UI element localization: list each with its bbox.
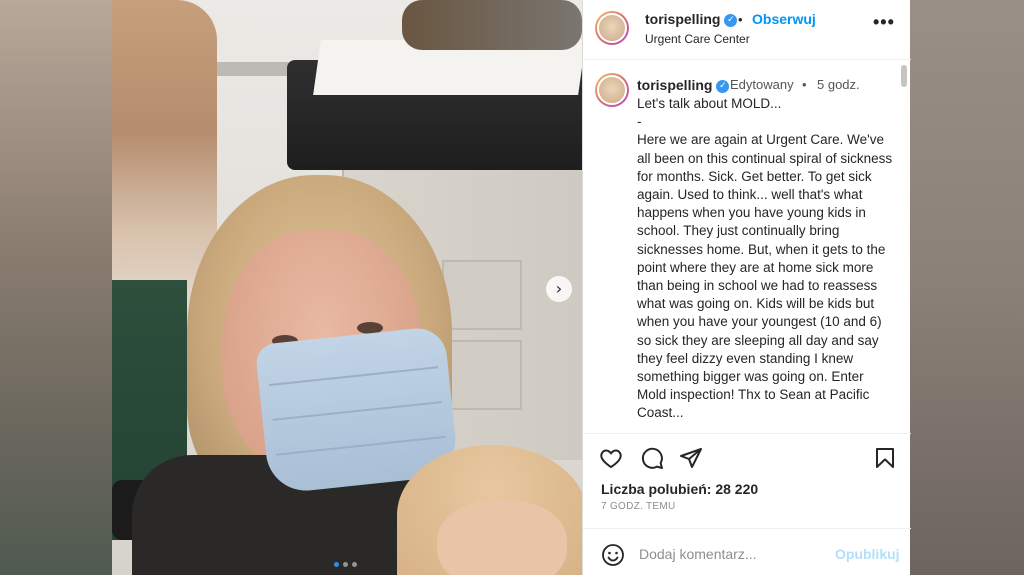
verified-badge-icon: ✓ [716, 79, 730, 93]
username-text[interactable]: torispelling [645, 11, 720, 27]
comment-icon[interactable] [640, 446, 664, 470]
carousel-dot [343, 562, 348, 567]
caption-username[interactable]: torispelling ✓ [637, 77, 730, 93]
location-link[interactable]: Urgent Care Center [645, 32, 750, 46]
comment-input[interactable] [639, 543, 829, 565]
follow-separator: • [738, 12, 743, 27]
post-timestamp[interactable]: 7 GODZ. TEMU [601, 501, 676, 512]
bookmark-icon[interactable] [873, 446, 897, 470]
carousel-dots [334, 562, 357, 567]
mask-pleat [268, 366, 439, 387]
blurred-backdrop-right [910, 0, 1024, 575]
caption-text: Let's talk about MOLD... - Here we are a… [637, 96, 893, 421]
avatar[interactable] [595, 11, 629, 45]
comment-bar: Opublikuj [583, 528, 911, 575]
post-side-panel: torispelling ✓ • Obserwuj Urgent Care Ce… [582, 0, 911, 575]
carousel-next-button[interactable]: › [546, 276, 572, 302]
caption-scrollbar[interactable] [901, 65, 907, 87]
caption-separator: • [802, 77, 807, 92]
blurred-backdrop-left [0, 0, 112, 575]
carousel-dot-active [334, 562, 339, 567]
username-text[interactable]: torispelling [637, 77, 712, 93]
emoji-icon[interactable] [601, 543, 625, 567]
share-icon[interactable] [679, 446, 703, 470]
heart-icon[interactable] [599, 446, 623, 470]
edited-label: Edytowany [730, 77, 794, 92]
likes-count[interactable]: Liczba polubień: 28 220 [601, 481, 758, 497]
post-author-username[interactable]: torispelling ✓ [645, 11, 738, 27]
photo-child-face [437, 500, 567, 575]
publish-button[interactable]: Opublikuj [835, 546, 900, 562]
caption-avatar[interactable] [595, 73, 629, 107]
avatar-image [597, 13, 627, 43]
mask-pleat [272, 401, 442, 421]
avatar-image [597, 75, 627, 105]
photo-drawer [442, 340, 522, 410]
mask-pleat [276, 435, 446, 456]
photo-drawer [442, 260, 522, 330]
caption-area: torispelling ✓ Edytowany • 5 godz. Let's… [583, 61, 911, 433]
post-photo[interactable]: › [112, 0, 582, 575]
follow-button[interactable]: Obserwuj [752, 11, 816, 27]
more-options-icon[interactable]: ••• [873, 12, 895, 33]
caption-time[interactable]: 5 godz. [817, 77, 860, 92]
post-header: torispelling ✓ • Obserwuj Urgent Care Ce… [583, 0, 911, 60]
post-actions: Liczba polubień: 28 220 7 GODZ. TEMU [583, 433, 911, 543]
photo-person-lying [402, 0, 582, 50]
verified-badge-icon: ✓ [724, 13, 738, 27]
carousel-dot [352, 562, 357, 567]
